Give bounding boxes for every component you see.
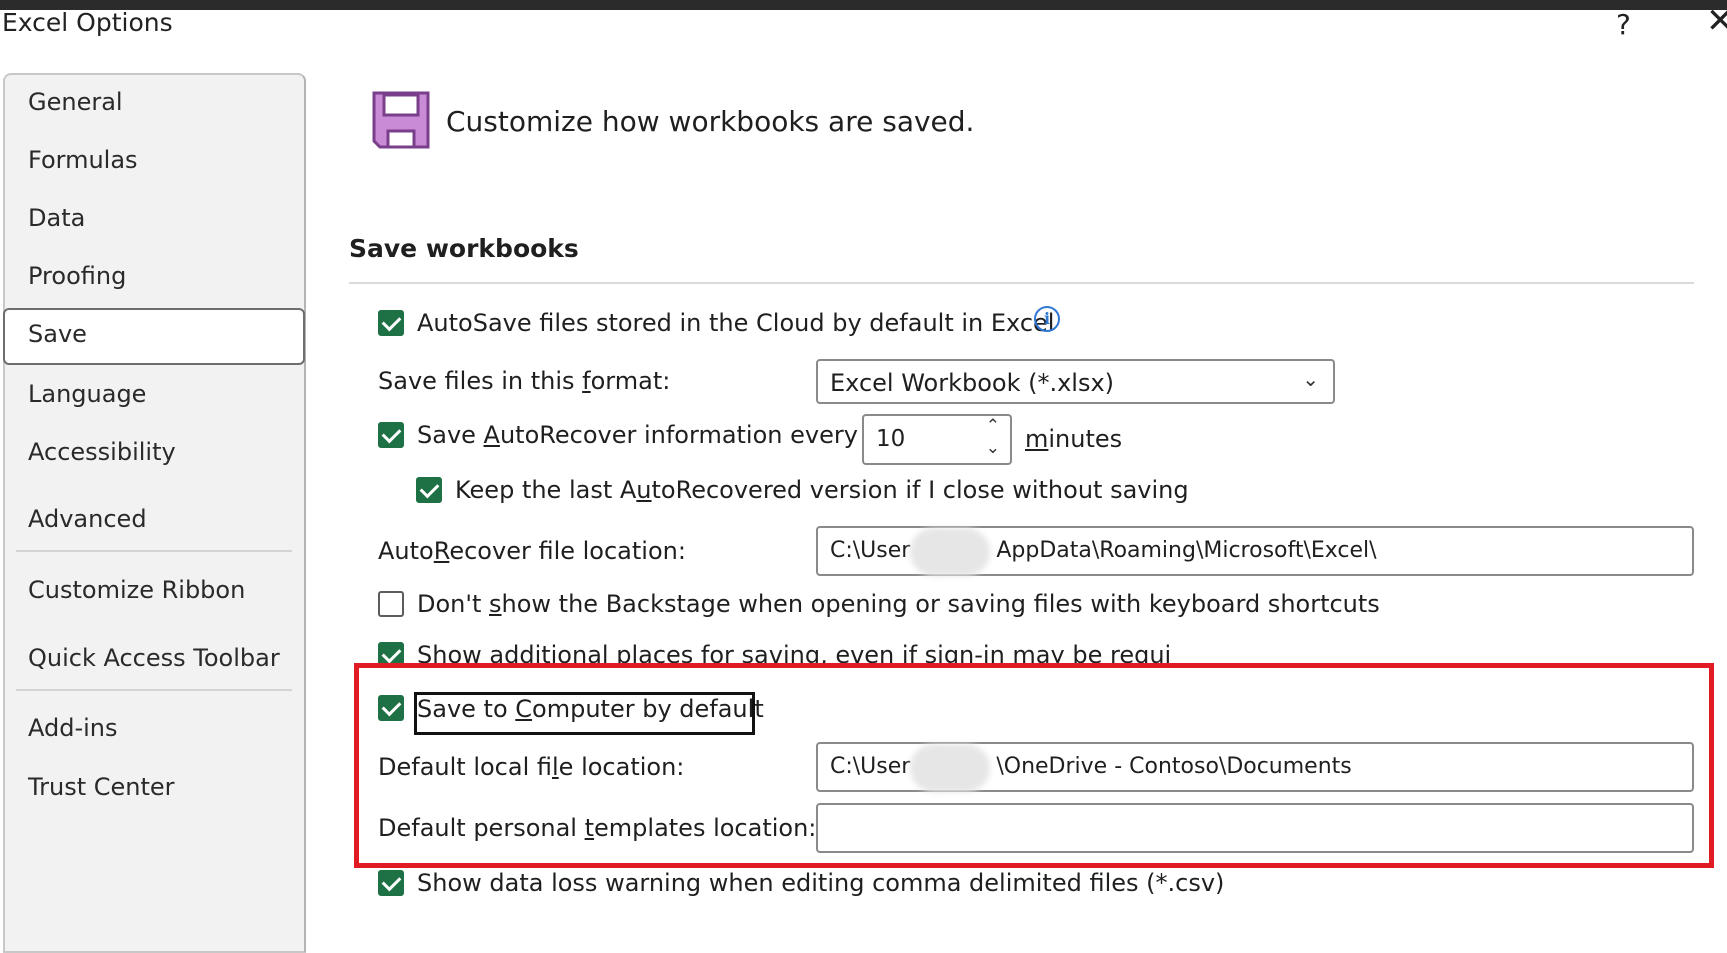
csv-warning-label: Show data loss warning when editing comm… (417, 869, 1225, 897)
autorecover-minutes-value: 10 (876, 426, 906, 452)
autorecover-location-label: AutoRecover file location: (378, 537, 686, 565)
sidebar-item-language[interactable]: Language (28, 380, 146, 408)
templates-location-input[interactable] (816, 803, 1694, 853)
sidebar-item-data[interactable]: Data (28, 204, 85, 232)
templates-location-label: Default personal templates location: (378, 814, 817, 842)
default-local-location-input[interactable]: C:\User \OneDrive - Contoso\Documents (816, 742, 1694, 792)
section-divider (349, 282, 1694, 284)
redaction-blur (910, 528, 990, 576)
sidebar-divider (16, 550, 292, 552)
additional-places-row: Show additional places for saving, even … (370, 640, 1170, 663)
format-label: Save files in this format: (378, 367, 671, 395)
default-local-location-label: Default local file location: (378, 753, 685, 781)
additional-places-label: Show additional places for saving, even … (417, 641, 1170, 663)
sidebar-item-proofing[interactable]: Proofing (28, 262, 126, 290)
close-button[interactable]: ✕ (1706, 4, 1727, 38)
autorecover-label: Save AutoRecover information every (417, 421, 858, 449)
minutes-label: minutes (1025, 425, 1123, 453)
redaction-blur (910, 744, 990, 792)
page-heading: Customize how workbooks are saved. (446, 105, 975, 138)
sidebar-item-customize-ribbon[interactable]: Customize Ribbon (28, 576, 245, 604)
section-title: Save workbooks (349, 234, 579, 263)
floppy-disk-icon (372, 91, 430, 153)
autosave-label: AutoSave files stored in the Cloud by de… (417, 309, 1055, 337)
keep-last-autorecovered-label: Keep the last AutoRecovered version if I… (455, 476, 1189, 504)
sidebar-item-save[interactable]: Save (28, 320, 87, 348)
sidebar-item-general[interactable]: General (28, 88, 123, 116)
sidebar-item-formulas[interactable]: Formulas (28, 146, 138, 174)
autosave-checkbox[interactable] (378, 310, 404, 336)
info-icon[interactable]: i (1034, 306, 1060, 332)
autorecover-location-input[interactable]: C:\User AppData\Roaming\Microsoft\Excel\ (816, 526, 1694, 576)
format-select-value: Excel Workbook (*.xlsx) (830, 369, 1115, 397)
chevron-down-icon: ⌄ (1302, 367, 1319, 391)
backstage-label: Don't show the Backstage when opening or… (417, 590, 1380, 618)
csv-warning-checkbox[interactable] (378, 870, 404, 896)
keep-last-autorecovered-checkbox[interactable] (416, 477, 442, 503)
autorecover-checkbox[interactable] (378, 422, 404, 448)
sidebar-item-trust-center[interactable]: Trust Center (28, 773, 175, 801)
format-select[interactable]: Excel Workbook (*.xlsx) ⌄ (816, 359, 1335, 404)
spinner-up-icon[interactable]: ⌃ (986, 416, 1000, 436)
save-to-computer-label: Save to Computer by default (417, 695, 764, 723)
save-to-computer-checkbox[interactable] (378, 695, 404, 721)
autorecover-minutes-spinner[interactable]: 10 ⌃ ⌄ (862, 414, 1012, 465)
sidebar-divider (16, 689, 292, 691)
additional-places-checkbox[interactable] (378, 642, 404, 663)
sidebar-item-quick-access-toolbar[interactable]: Quick Access Toolbar (28, 644, 280, 672)
backstage-checkbox[interactable] (378, 591, 404, 617)
sidebar-item-advanced[interactable]: Advanced (28, 505, 147, 533)
spinner-down-icon[interactable]: ⌄ (986, 438, 1000, 458)
sidebar-item-accessibility[interactable]: Accessibility (28, 438, 176, 466)
window-title: Excel Options (2, 8, 173, 37)
window-top-bar (0, 0, 1727, 10)
help-button[interactable]: ? (1616, 8, 1631, 41)
sidebar-item-add-ins[interactable]: Add-ins (28, 714, 118, 742)
